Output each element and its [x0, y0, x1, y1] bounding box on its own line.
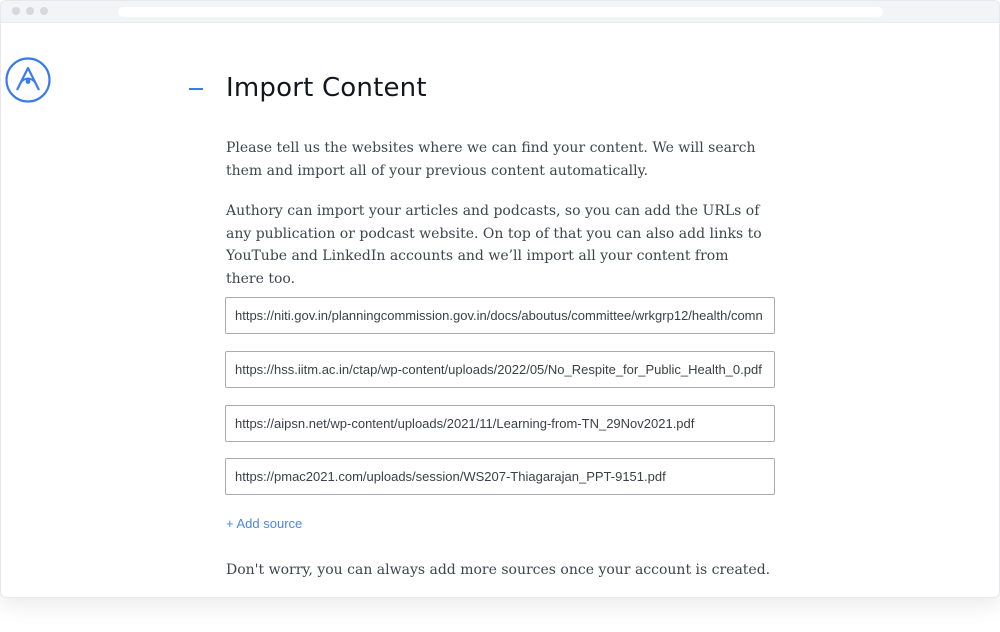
window-minimize-dot[interactable] — [26, 7, 34, 15]
page-title: Import Content — [226, 73, 427, 103]
window-maximize-dot[interactable] — [40, 7, 48, 15]
intro-text: Please tell us the websites where we can… — [226, 140, 756, 179]
browser-window: Import Content Please tell us the websit… — [0, 0, 1000, 598]
section-collapse-dash[interactable] — [189, 88, 203, 90]
window-close-dot[interactable] — [12, 7, 20, 15]
source-url-input-3[interactable] — [225, 405, 775, 442]
window-titlebar — [1, 1, 999, 23]
authory-logo-icon[interactable] — [4, 56, 52, 104]
address-bar[interactable] — [118, 7, 883, 17]
details-text: Authory can import your articles and pod… — [226, 203, 762, 287]
add-source-link[interactable]: + Add source — [226, 516, 302, 531]
footer-note: Don't worry, you can always add more sou… — [226, 562, 771, 578]
source-url-input-1[interactable] — [225, 297, 775, 334]
source-url-input-4[interactable] — [225, 458, 775, 495]
source-url-input-2[interactable] — [225, 351, 775, 388]
